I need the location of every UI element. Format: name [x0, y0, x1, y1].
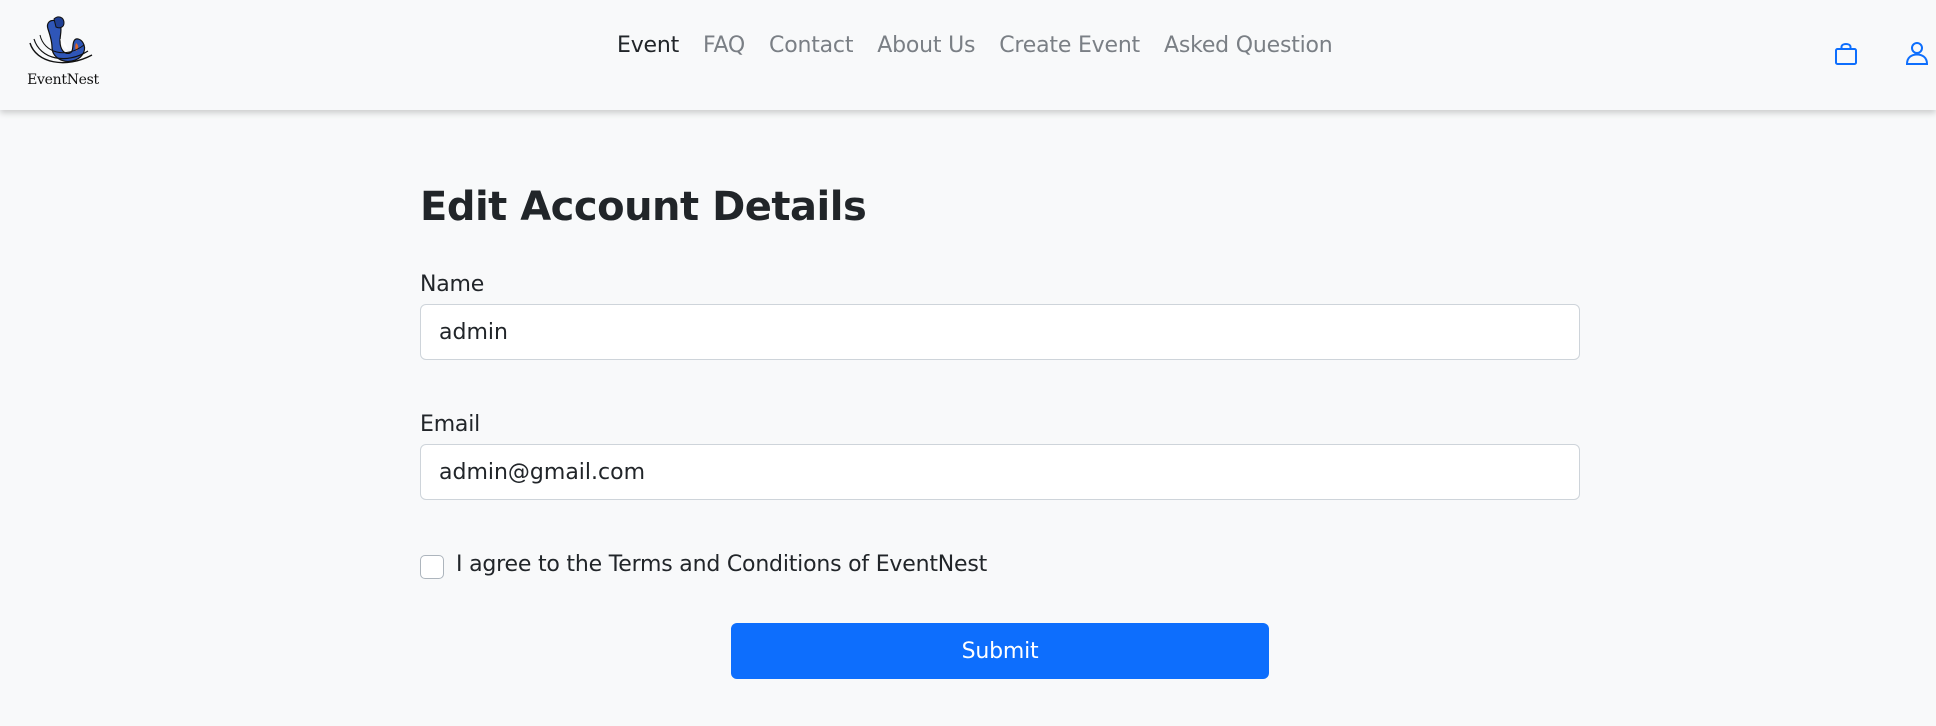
nav-create-event[interactable]: Create Event [999, 33, 1140, 58]
nav-asked-question[interactable]: Asked Question [1164, 33, 1333, 58]
main-nav: Event FAQ Contact About Us Create Event … [617, 33, 1357, 58]
name-label: Name [420, 272, 485, 297]
nav-event[interactable]: Event [617, 33, 679, 58]
brand-logo-link[interactable]: EventNest [26, 15, 100, 93]
terms-label[interactable]: I agree to the Terms and Conditions of E… [456, 552, 987, 577]
page-title: Edit Account Details [420, 184, 867, 230]
email-label: Email [420, 412, 481, 437]
navbar: EventNest Event FAQ Contact About Us Cre… [0, 0, 1936, 110]
email-input[interactable] [420, 444, 1580, 500]
nav-contact[interactable]: Contact [769, 33, 853, 58]
terms-checkbox[interactable] [420, 555, 444, 579]
shopping-bag-icon[interactable] [1833, 40, 1859, 66]
submit-button[interactable]: Submit [731, 623, 1269, 679]
user-icon[interactable] [1904, 40, 1930, 66]
brand-name: EventNest [27, 72, 99, 88]
nav-faq[interactable]: FAQ [703, 33, 745, 58]
nav-about-us[interactable]: About Us [877, 33, 975, 58]
name-input[interactable] [420, 304, 1580, 360]
bird-logo-icon [29, 16, 93, 64]
